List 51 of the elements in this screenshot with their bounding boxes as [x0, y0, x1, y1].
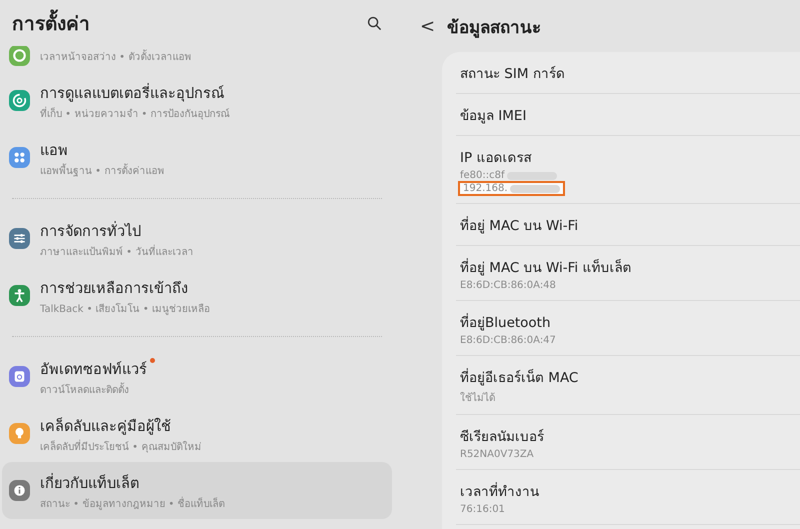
item-title: การจัดการทั่วไป — [40, 218, 141, 242]
item-title: การดูแลแบตเตอรี่และอุปกรณ์ — [40, 80, 224, 104]
row-title: สถานะ SIM การ์ด — [460, 65, 565, 84]
info-row[interactable]: สถานะ SIM การ์ด — [456, 52, 800, 94]
row-title: เวลาที่ทำงาน — [460, 481, 539, 502]
item-title: เกี่ยวกับแท็บเล็ต — [40, 470, 139, 494]
settings-item[interactable]: การดูแลแบตเตอรี่และอุปกรณ์ ที่เก็บ • หน่วยความจำ • การป้องกันอุปกรณ์ — [2, 72, 392, 129]
row-title: ที่อยู่ MAC บน Wi-Fi แท็บเล็ต — [460, 257, 632, 278]
settings-item[interactable]: แอพ แอพพื้นฐาน • การตั้งค่าแอพ — [2, 129, 392, 186]
item-subtitle: สถานะ • ข้อมูลทางกฎหมาย • ชื่อแท็บเล็ต — [40, 496, 225, 510]
settings-item[interactable]: เกี่ยวกับแท็บเล็ต สถานะ • ข้อมูลทางกฎหมาย • ชื่อแท็บเล็ต — [2, 462, 392, 519]
info-row[interactable]: ที่อยู่Bluetooth E8:6D:CB:86:0A:47 — [456, 301, 800, 356]
item-title: การช่วยเหลือการเข้าถึง — [40, 280, 188, 298]
info-row[interactable]: ที่อยู่อีเธอร์เน็ต MAC ใช้ไม่ได้ — [456, 356, 800, 415]
row-value: 192.168. — [463, 183, 508, 194]
settings-item[interactable]: การช่วยเหลือการเข้าถึง TalkBack • เสียงโมโน • เมนูช่วยเหลือ — [2, 267, 392, 324]
item-subtitle: ภาษาและแป้นพิมพ์ • วันที่และเวลา — [40, 244, 194, 258]
item-subtitle: ดาวน์โหลดและติดตั้ง — [40, 382, 130, 396]
item-subtitle: ที่เก็บ • หน่วยความจำ • การป้องกันอุปกรณ์ — [40, 106, 230, 120]
page-title: ข้อมูลสถานะ — [447, 16, 542, 40]
row-value: fe80::c8f — [460, 170, 505, 181]
page-title: การตั้งค่า — [12, 8, 90, 38]
info-row[interactable]: ที่อยู่ MAC บน Wi-Fi — [456, 204, 800, 246]
item-subtitle: เวลาหน้าจอสว่าง • ตัวตั้งเวลาแอพ — [40, 49, 192, 64]
item-title: อัพเดทซอฟท์แวร์ — [40, 360, 147, 380]
settings-item[interactable]: การจัดการทั่วไป ภาษาและแป้นพิมพ์ • วันที่และเวลา — [2, 210, 392, 267]
item-title: เคล็ดลับและคู่มือผู้ใช้ — [40, 416, 171, 436]
settings-item[interactable]: อัพเดทซอฟท์แวร์ ดาวน์โหลดและติดตั้ง — [2, 348, 392, 405]
settings-item[interactable]: เคล็ดลับและคู่มือผู้ใช้ เคล็ดลับที่มีประโยชน์ • คุณสมบัติใหม่ — [2, 405, 392, 462]
row-value: E8:6D:CB:86:0A:47 — [460, 335, 556, 346]
row-title: ข้อมูล IMEI — [460, 107, 526, 126]
row-value: 76:16:01 — [460, 504, 505, 515]
row-title: ซีเรียลนัมเบอร์ — [460, 428, 544, 447]
info-row[interactable]: IP แอดเดรส fe80::c8f 192.168. — [456, 136, 800, 204]
row-title: ที่อยู่Bluetooth — [460, 312, 552, 333]
item-subtitle: TalkBack • เสียงโมโน • เมนูช่วยเหลือ — [40, 302, 210, 316]
search-icon[interactable] — [367, 16, 382, 30]
row-value: E8:6D:CB:86:0A:48 — [460, 280, 556, 291]
item-subtitle: แอพพื้นฐาน • การตั้งค่าแอพ — [40, 162, 164, 178]
row-title: ที่อยู่อีเธอร์เน็ต MAC — [460, 367, 578, 388]
info-row[interactable]: ข้อมูล IMEI — [456, 94, 800, 136]
row-title: IP แอดเดรส — [460, 149, 532, 168]
row-value: R52NA0V73ZA — [460, 449, 534, 460]
item-subtitle: เคล็ดลับที่มีประโยชน์ • คุณสมบัติใหม่ — [40, 438, 202, 454]
info-row[interactable]: เวลาที่ทำงาน 76:16:01 — [456, 470, 800, 525]
row-value: ใช้ไม่ได้ — [460, 391, 495, 405]
info-row[interactable]: ที่อยู่ MAC บน Wi-Fi แท็บเล็ต E8:6D:CB:86:0A:48 — [456, 246, 800, 301]
info-row[interactable]: ซีเรียลนัมเบอร์ R52NA0V73ZA — [456, 415, 800, 470]
back-button[interactable]: < — [416, 16, 440, 36]
row-title: ที่อยู่ MAC บน Wi-Fi — [460, 215, 578, 236]
item-title: แอพ — [40, 142, 68, 160]
